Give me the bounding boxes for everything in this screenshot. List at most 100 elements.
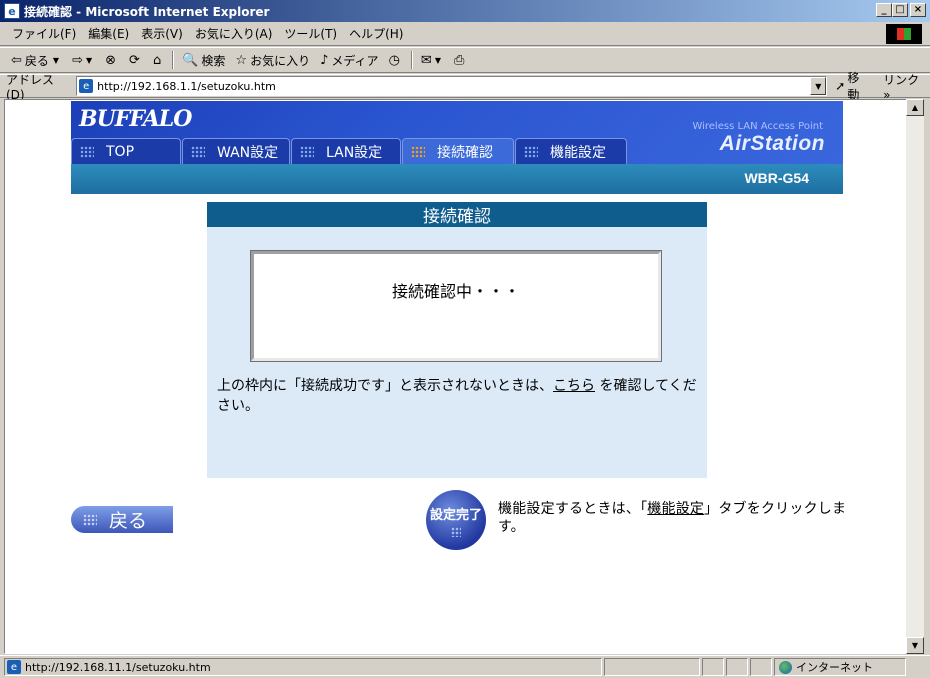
home-button[interactable]: ⌂: [148, 49, 169, 71]
grid-dots-icon: [191, 145, 205, 158]
buffalo-logo: BUFFALO: [79, 106, 192, 132]
address-url: http://192.168.1.1/setuzoku.htm: [97, 79, 276, 93]
grid-dots-icon: [411, 145, 425, 158]
back-toolbar-button[interactable]: ⇦ 戻る ▼: [6, 49, 67, 71]
stop-button[interactable]: ⊗: [100, 49, 124, 71]
status-cell: [726, 658, 748, 676]
status-text: 接続確認中・・・: [391, 282, 520, 301]
feature-settings-link[interactable]: 機能設定: [647, 501, 704, 517]
vertical-scrollbar[interactable]: ▲ ▼: [906, 99, 924, 654]
menu-file[interactable]: ファイル(F): [6, 25, 82, 42]
tab-wan-settings[interactable]: WAN設定: [182, 138, 290, 164]
print-button[interactable]: ⎙: [449, 49, 472, 71]
status-bar: e http://192.168.11.1/setuzoku.htm インターネ…: [0, 655, 930, 678]
menu-bar: ファイル(F) 編集(E) 表示(V) お気に入り(A) ツール(T) ヘルプ(…: [0, 22, 930, 46]
back-page-label: 戻る: [109, 510, 148, 532]
links-button[interactable]: リンク »: [883, 71, 930, 102]
refresh-button[interactable]: ⟳: [124, 49, 148, 71]
router-banner: BUFFALO Wireless LAN Access Point AirSta…: [71, 101, 843, 164]
hint-text-before: 機能設定するときは、「: [498, 501, 648, 517]
menu-edit[interactable]: 編集(E): [82, 25, 135, 42]
tab-feature-settings[interactable]: 機能設定: [515, 138, 627, 164]
address-input[interactable]: e http://192.168.1.1/setuzoku.htm ▼: [76, 76, 828, 96]
history-button[interactable]: ◷: [384, 49, 408, 71]
menu-tools[interactable]: ツール(T): [278, 25, 343, 42]
mail-button[interactable]: ✉ ▼: [416, 49, 449, 71]
forward-arrow-icon: ⇨: [72, 52, 83, 68]
page-icon: e: [79, 79, 94, 93]
product-tagline: Wireless LAN Access Point: [692, 121, 823, 132]
address-bar: アドレス(D) e http://192.168.1.1/setuzoku.ht…: [0, 71, 930, 102]
status-cell: [750, 658, 772, 676]
security-zone: インターネット: [774, 658, 906, 676]
status-cell: [702, 658, 724, 676]
status-url: http://192.168.11.1/setuzoku.htm: [25, 660, 211, 674]
toolbar-separator: [410, 51, 413, 69]
back-page-button[interactable]: 戻る: [71, 506, 173, 533]
grid-dots-icon: [80, 145, 94, 158]
menu-view[interactable]: 表示(V): [135, 25, 189, 42]
window-title: 接続確認 - Microsoft Internet Explorer: [24, 4, 270, 19]
go-button[interactable]: ➚ 移動: [835, 69, 871, 103]
go-label: 移動: [847, 71, 860, 102]
tab-label: 接続確認: [437, 144, 493, 161]
router-tabs: TOP WAN設定 LAN設定 接続確認 機能設定: [71, 138, 628, 164]
toolbar: ⇦ 戻る ▼ ⇨ ▼ ⊗ ⟳ ⌂ 🔍 検索 ☆ お気に入り ♪ メディア ◷ ✉…: [0, 47, 930, 73]
tab-label: TOP: [106, 143, 135, 160]
grid-dots-icon: [83, 513, 97, 526]
stop-icon: ⊗: [105, 52, 117, 68]
note-text-before: 上の枠内に「接続成功です」と表示されないときは、: [217, 378, 553, 394]
favorites-label: お気に入り: [250, 53, 311, 68]
close-button[interactable]: ×: [910, 3, 926, 17]
help-note: 上の枠内に「接続成功です」と表示されないときは、こちら を確認してください。: [217, 376, 697, 416]
go-arrow-icon: ➚: [835, 79, 846, 93]
scroll-up-icon[interactable]: ▲: [906, 99, 924, 116]
favorites-icon: ☆: [235, 52, 248, 68]
media-icon: ♪: [320, 52, 329, 68]
menu-help[interactable]: ヘルプ(H): [343, 25, 409, 42]
tab-lan-settings[interactable]: LAN設定: [291, 138, 401, 164]
connection-check-panel: 接続確認 接続確認中・・・ 上の枠内に「接続成功です」と表示されないときは、こち…: [207, 202, 707, 478]
back-arrow-icon: ⇦: [11, 52, 22, 68]
windows-logo-icon: [886, 24, 922, 44]
search-icon: 🔍: [182, 52, 199, 68]
address-label: アドレス(D): [6, 72, 55, 102]
menu-favorites[interactable]: お気に入り(A): [189, 25, 279, 42]
history-icon: ◷: [388, 52, 400, 68]
favorites-button[interactable]: ☆ お気に入り: [230, 49, 315, 71]
grid-dots-icon: [524, 145, 538, 158]
print-icon: ⎙: [453, 52, 465, 68]
tab-label: WAN設定: [217, 144, 279, 161]
home-icon: ⌂: [152, 52, 162, 68]
refresh-icon: ⟳: [129, 52, 140, 68]
dropdown-arrow-icon: ▼: [434, 55, 441, 65]
search-label: 検索: [201, 53, 226, 68]
media-button[interactable]: ♪ メディア: [315, 49, 383, 71]
tab-label: 機能設定: [550, 144, 606, 161]
minimize-button[interactable]: _: [876, 3, 892, 17]
grid-dots-icon: [300, 145, 314, 158]
grid-dots-icon: [451, 526, 461, 537]
forward-toolbar-button[interactable]: ⇨ ▼: [67, 49, 100, 71]
tab-top[interactable]: TOP: [71, 138, 181, 164]
search-button[interactable]: 🔍 検索: [177, 49, 230, 71]
feature-hint: 機能設定するときは、「機能設定」タブをクリックします。: [498, 500, 846, 536]
dropdown-arrow-icon: ▼: [85, 55, 93, 65]
airstation-logo: AirStation: [719, 132, 825, 155]
setup-complete-button[interactable]: 設定完了: [426, 490, 486, 550]
model-bar: WBR-G54: [71, 164, 843, 194]
maximize-button[interactable]: □: [892, 3, 908, 17]
media-label: メディア: [331, 53, 379, 68]
status-cell: [604, 658, 700, 676]
address-dropdown-icon[interactable]: ▼: [810, 77, 827, 95]
zone-label: インターネット: [796, 661, 873, 674]
page-viewport: BUFFALO Wireless LAN Access Point AirSta…: [4, 99, 908, 654]
scroll-down-icon[interactable]: ▼: [906, 637, 924, 654]
ie-page-icon: e: [4, 3, 20, 19]
here-link[interactable]: こちら: [553, 378, 595, 394]
window-titlebar: e 接続確認 - Microsoft Internet Explorer _ □…: [0, 0, 930, 22]
window-controls: _ □ ×: [876, 3, 926, 17]
panel-title: 接続確認: [207, 202, 707, 227]
status-url-panel: e http://192.168.11.1/setuzoku.htm: [4, 658, 602, 676]
tab-connection-check[interactable]: 接続確認: [402, 138, 514, 164]
